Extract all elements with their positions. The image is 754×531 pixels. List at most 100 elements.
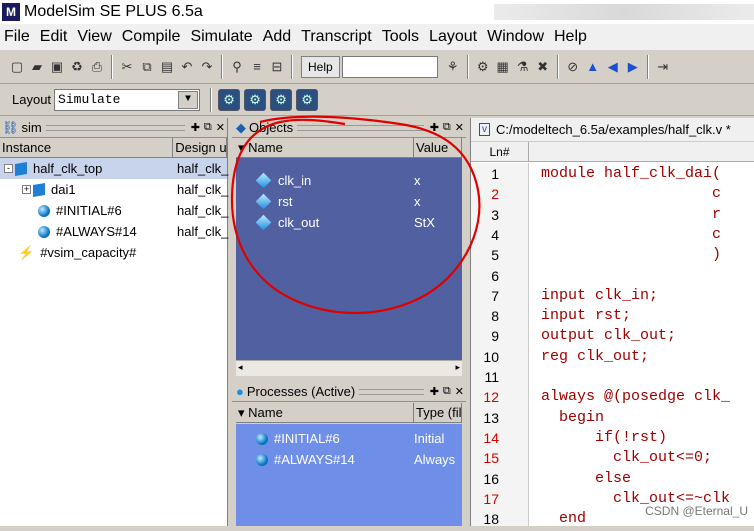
undo-icon[interactable]: ↶ bbox=[178, 58, 196, 76]
scroll-right-icon[interactable]: ▸ bbox=[455, 362, 460, 373]
code-line[interactable]: 2 c bbox=[471, 184, 754, 204]
menu-compile[interactable]: Compile bbox=[118, 24, 187, 50]
menu-window[interactable]: Window bbox=[483, 24, 550, 50]
column-type[interactable]: Type (fil bbox=[414, 403, 462, 422]
collapse-toggle[interactable]: - bbox=[4, 164, 13, 173]
code-line[interactable]: 11 bbox=[471, 367, 754, 387]
expand-toggle[interactable]: + bbox=[22, 185, 31, 194]
process-icon: ● bbox=[236, 384, 244, 399]
column-design-unit[interactable]: Design u bbox=[173, 138, 227, 157]
refresh-icon[interactable]: ♻ bbox=[68, 58, 86, 76]
gear-icon[interactable]: ⚙ bbox=[296, 88, 319, 111]
code-line[interactable]: 10 reg clk_out; bbox=[471, 347, 754, 367]
dock-icon[interactable]: ✚ bbox=[428, 385, 441, 398]
close-icon[interactable]: ✕ bbox=[453, 121, 466, 134]
print-icon[interactable]: ⎙ bbox=[88, 58, 106, 76]
copy-icon[interactable]: ⧉ bbox=[138, 58, 156, 76]
paste-icon[interactable]: ▤ bbox=[158, 58, 176, 76]
collapse-icon[interactable]: ⊟ bbox=[268, 58, 286, 76]
code-line[interactable]: 12 always @(posedge clk_ bbox=[471, 387, 754, 407]
undock-icon[interactable]: ⧉ bbox=[441, 121, 453, 134]
open-folder-icon[interactable]: ▰ bbox=[28, 58, 46, 76]
menu-edit[interactable]: Edit bbox=[36, 24, 74, 50]
column-name[interactable]: ▾ Name bbox=[236, 138, 414, 157]
new-file-icon[interactable]: ▢ bbox=[8, 58, 26, 76]
column-name[interactable]: ▾ Name bbox=[236, 403, 414, 422]
tree-row[interactable]: #ALWAYS#14 half_clk_ bbox=[0, 221, 228, 242]
gear-icon[interactable]: ⚙ bbox=[218, 88, 241, 111]
menu-add[interactable]: Add bbox=[259, 24, 297, 50]
code-line[interactable]: 8 input rst; bbox=[471, 306, 754, 326]
list-item[interactable]: #ALWAYS#14 Always bbox=[236, 449, 462, 470]
up-arrow-icon[interactable]: ▲ bbox=[584, 58, 602, 76]
help-search-icon[interactable]: ⚘ bbox=[444, 58, 462, 76]
gear-icon[interactable]: ⚙ bbox=[244, 88, 267, 111]
menu-layout[interactable]: Layout bbox=[425, 24, 483, 50]
pane-grip[interactable] bbox=[45, 124, 185, 131]
cut-icon[interactable]: ✂ bbox=[118, 58, 136, 76]
column-line-number: Ln# bbox=[471, 142, 529, 161]
code-line[interactable]: 9 output clk_out; bbox=[471, 326, 754, 346]
compile-icon[interactable]: ⚙ bbox=[474, 58, 492, 76]
signal-icon bbox=[255, 193, 272, 210]
code-text: end bbox=[541, 510, 587, 528]
simulate-icon[interactable]: ⚗ bbox=[514, 58, 532, 76]
help-search-input[interactable] bbox=[341, 55, 438, 78]
redo-icon[interactable]: ↷ bbox=[198, 58, 216, 76]
tree-row[interactable]: - half_clk_top half_clk_ bbox=[0, 158, 229, 179]
column-value[interactable]: Value bbox=[414, 138, 462, 157]
column-instance[interactable]: Instance bbox=[0, 138, 174, 157]
code-line[interactable]: 3 r bbox=[471, 205, 754, 225]
dock-icon[interactable]: ✚ bbox=[189, 121, 202, 134]
list-item[interactable]: clk_out StX bbox=[236, 212, 462, 233]
scroll-left-icon[interactable]: ◂ bbox=[238, 362, 243, 373]
menu-help[interactable]: Help bbox=[550, 24, 593, 50]
horizontal-scrollbar[interactable]: ◂ ▸ bbox=[236, 360, 462, 376]
undock-icon[interactable]: ⧉ bbox=[441, 385, 453, 398]
code-line[interactable]: 13 begin bbox=[471, 408, 754, 428]
pane-grip[interactable] bbox=[297, 124, 424, 131]
pane-grip[interactable] bbox=[359, 388, 424, 395]
format-icon[interactable]: ≡ bbox=[248, 58, 266, 76]
layout-select[interactable]: Simulate ▼ bbox=[54, 88, 201, 111]
code-line[interactable]: 6 bbox=[471, 266, 754, 286]
gear-icon[interactable]: ⚙ bbox=[270, 88, 293, 111]
find-icon[interactable]: ⚲ bbox=[228, 58, 246, 76]
processes-column-header: ▾ Name Type (fil bbox=[236, 403, 462, 423]
code-line[interactable]: 15 clk_out<=0; bbox=[471, 448, 754, 468]
code-line[interactable]: 16 else bbox=[471, 469, 754, 489]
compile-all-icon[interactable]: ▦ bbox=[494, 58, 512, 76]
menu-view[interactable]: View bbox=[73, 24, 117, 50]
close-icon[interactable]: ✕ bbox=[453, 385, 466, 398]
tree-row[interactable]: + dai1 half_clk_ bbox=[0, 179, 228, 200]
line-number: 5 bbox=[491, 247, 499, 264]
chevron-down-icon[interactable]: ▼ bbox=[178, 90, 199, 109]
forward-arrow-icon[interactable]: ▶ bbox=[624, 58, 642, 76]
code-line[interactable]: 7 input clk_in; bbox=[471, 286, 754, 306]
code-line[interactable]: 4 c bbox=[471, 225, 754, 245]
menu-tools[interactable]: Tools bbox=[378, 24, 425, 50]
code-text: reg clk_out; bbox=[541, 347, 650, 365]
design-unit: half_clk_ bbox=[177, 161, 229, 176]
back-arrow-icon[interactable]: ◀ bbox=[604, 58, 622, 76]
list-item[interactable]: #INITIAL#6 Initial bbox=[236, 428, 462, 449]
break-icon[interactable]: ✖ bbox=[534, 58, 552, 76]
sim-pane-title: sim bbox=[21, 120, 42, 135]
code-line[interactable]: 5 ) bbox=[471, 245, 754, 265]
no-icon[interactable]: ⊘ bbox=[564, 58, 582, 76]
title-bar: M ModelSim SE PLUS 6.5a bbox=[0, 0, 754, 24]
list-item[interactable]: rst x bbox=[236, 191, 462, 212]
dock-icon[interactable]: ✚ bbox=[428, 121, 441, 134]
tree-row[interactable]: #INITIAL#6 half_clk_ bbox=[0, 200, 228, 221]
menu-transcript[interactable]: Transcript bbox=[297, 24, 378, 50]
menu-simulate[interactable]: Simulate bbox=[186, 24, 258, 50]
code-line[interactable]: 1 module half_clk_dai( bbox=[471, 164, 754, 184]
tree-row[interactable]: ⚡ #vsim_capacity# bbox=[0, 242, 227, 263]
list-item[interactable]: clk_in x bbox=[236, 170, 462, 191]
undock-icon[interactable]: ⧉ bbox=[202, 121, 214, 134]
code-line[interactable]: 14 if(!rst) bbox=[471, 428, 754, 448]
menu-file[interactable]: File bbox=[0, 24, 36, 50]
close-icon[interactable]: ✕ bbox=[214, 121, 227, 134]
save-icon[interactable]: ▣ bbox=[48, 58, 66, 76]
step-icon[interactable]: ⇥ bbox=[654, 58, 672, 76]
